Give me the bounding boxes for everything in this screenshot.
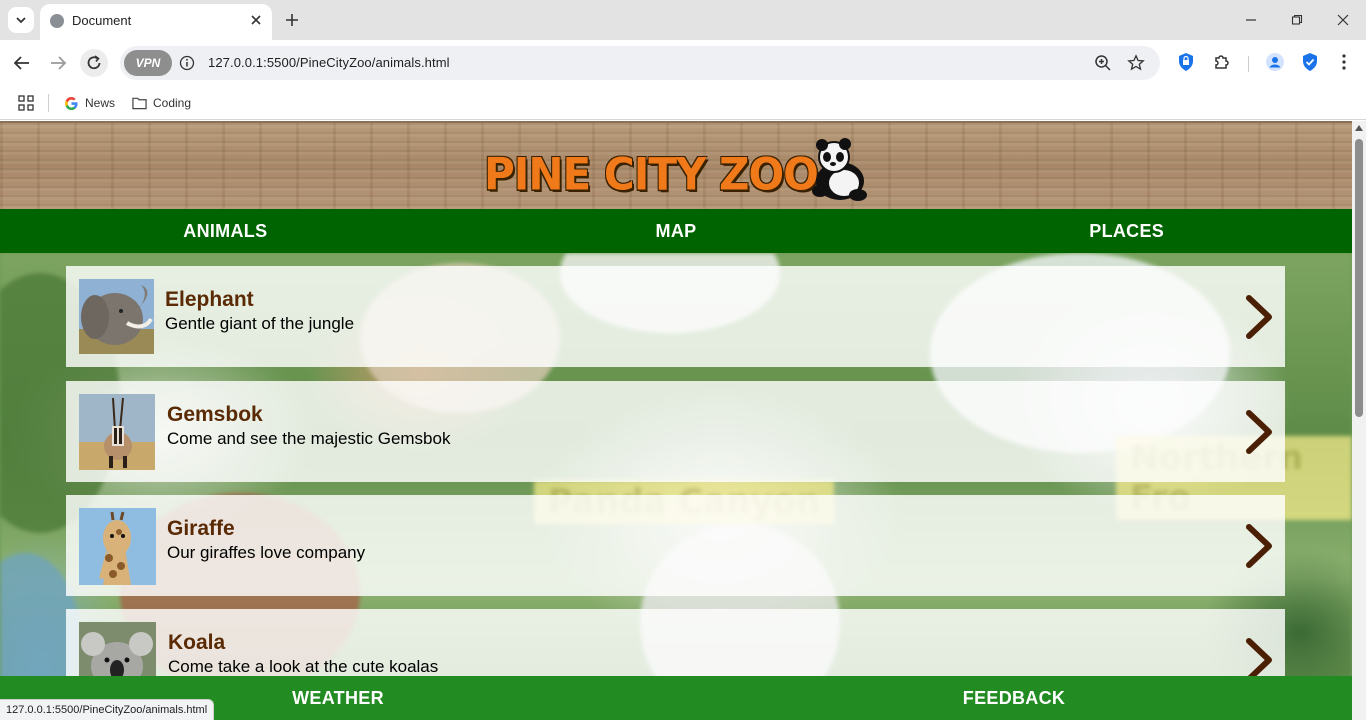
animal-name: Giraffe — [167, 517, 235, 540]
profile-avatar-icon[interactable] — [1264, 51, 1286, 73]
animal-name: Koala — [168, 631, 226, 654]
arrow-right-icon — [51, 56, 67, 70]
animal-card-elephant[interactable]: Elephant Gentle giant of the jungle — [66, 266, 1285, 367]
tab-search-button[interactable] — [8, 7, 34, 33]
bookmark-coding[interactable]: Coding — [132, 93, 191, 113]
tab-title: Document — [72, 13, 132, 28]
browser-tab-strip: Document — [0, 0, 1366, 40]
vpn-badge[interactable]: VPN — [124, 50, 172, 76]
google-icon — [65, 96, 78, 110]
gemsbok-photo — [79, 394, 155, 470]
chevron-right-icon[interactable] — [1244, 523, 1274, 569]
security-check-icon[interactable] — [1299, 51, 1321, 73]
bookmark-news[interactable]: News — [64, 93, 115, 113]
scroll-up-arrow-icon[interactable] — [1355, 125, 1363, 131]
elephant-photo — [79, 279, 154, 354]
globe-icon — [50, 14, 64, 28]
animal-name: Elephant — [165, 288, 254, 311]
nav-map[interactable]: MAP — [451, 209, 902, 253]
animal-description: Our giraffes love company — [167, 543, 366, 562]
scroll-thumb[interactable] — [1355, 139, 1363, 417]
bookmark-star-icon[interactable] — [1125, 52, 1147, 74]
url-text: 127.0.0.1:5500/PineCityZoo/animals.html — [208, 55, 450, 70]
restore-icon — [1291, 14, 1303, 25]
shield-extension-icon[interactable] — [1175, 51, 1197, 73]
page-scrollbar[interactable] — [1352, 121, 1366, 720]
bookmark-label: Coding — [153, 96, 192, 110]
zoom-icon[interactable] — [1092, 52, 1114, 74]
site-info-icon[interactable] — [178, 54, 196, 72]
chevron-right-icon[interactable] — [1244, 409, 1274, 455]
close-icon — [251, 15, 261, 25]
panda-logo-icon — [812, 138, 867, 201]
chevron-right-icon[interactable] — [1244, 294, 1274, 340]
minimize-icon — [1246, 19, 1256, 21]
address-bar[interactable]: VPN 127.0.0.1:5500/PineCityZoo/animals.h… — [120, 46, 1160, 80]
toolbar-divider — [1248, 56, 1249, 72]
bookmarks-divider — [48, 94, 49, 112]
bookmarks-bar: News Coding — [0, 86, 1366, 120]
animal-description: Gentle giant of the jungle — [165, 314, 355, 333]
nav-animals[interactable]: ANIMALS — [0, 209, 451, 253]
plus-icon — [286, 14, 298, 26]
reload-icon — [87, 55, 101, 70]
animal-card-gemsbok[interactable]: Gemsbok Come and see the majestic Gemsbo… — [66, 381, 1285, 482]
animal-description: Come take a look at the cute koalas — [168, 657, 439, 676]
link-status-bar: 127.0.0.1:5500/PineCityZoo/animals.html — [0, 699, 215, 720]
extensions-puzzle-icon[interactable] — [1211, 51, 1233, 73]
nav-places[interactable]: PLACES — [901, 209, 1352, 253]
apps-grid-icon — [18, 95, 34, 111]
reload-button[interactable] — [80, 49, 108, 77]
close-icon — [1337, 14, 1349, 26]
restore-button[interactable] — [1285, 8, 1309, 32]
chevron-down-icon — [16, 17, 26, 24]
minimize-button[interactable] — [1239, 8, 1263, 32]
giraffe-photo — [79, 508, 156, 585]
tab-close-button[interactable] — [246, 10, 266, 30]
back-button[interactable] — [8, 49, 36, 77]
animal-card-giraffe[interactable]: Giraffe Our giraffes love company — [66, 495, 1285, 596]
close-window-button[interactable] — [1331, 8, 1355, 32]
page-viewport: Panda Canyon Northern Fro PINE CITY ZOO … — [0, 121, 1352, 720]
forward-button[interactable] — [44, 49, 72, 77]
animal-description: Come and see the majestic Gemsbok — [167, 429, 451, 448]
arrow-left-icon — [13, 56, 29, 70]
bookmark-label: News — [85, 96, 116, 110]
active-tab[interactable]: Document — [40, 4, 272, 40]
site-header: PINE CITY ZOO — [0, 121, 1352, 209]
browser-toolbar: VPN 127.0.0.1:5500/PineCityZoo/animals.h… — [0, 40, 1366, 86]
kebab-menu-icon[interactable] — [1333, 51, 1355, 73]
new-tab-button[interactable] — [282, 10, 302, 30]
folder-icon — [132, 97, 147, 110]
top-navigation: ANIMALS MAP PLACES — [0, 209, 1352, 253]
animal-name: Gemsbok — [167, 403, 263, 426]
site-logo[interactable]: PINE CITY ZOO — [484, 149, 819, 200]
apps-grid-button[interactable] — [18, 93, 34, 113]
nav-feedback[interactable]: FEEDBACK — [676, 676, 1352, 720]
